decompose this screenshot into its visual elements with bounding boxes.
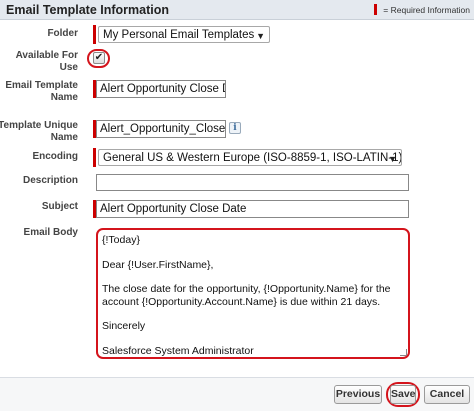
resize-handle-icon[interactable] xyxy=(400,349,407,356)
required-indicator-icon xyxy=(374,4,378,15)
section-title: Email Template Information xyxy=(6,3,169,17)
encoding-label: Encoding xyxy=(32,151,78,162)
encoding-select[interactable]: General US & Western Europe (ISO-8859-1,… xyxy=(98,149,402,166)
template-name-label: Email Template Name xyxy=(5,80,78,103)
email-body-textarea[interactable]: {!Today} Dear {!User.FirstName}, The clo… xyxy=(96,228,410,359)
info-icon[interactable]: i xyxy=(229,122,241,134)
available-label: Available For Use xyxy=(15,50,78,73)
section-header: Email Template Information = Required In… xyxy=(0,0,474,20)
email-body-line: Salesforce System Administrator xyxy=(102,344,254,357)
email-body-line: The close date for the opportunity, {!Op… xyxy=(102,283,391,308)
folder-label: Folder xyxy=(47,28,78,39)
folder-select-value: My Personal Email Templates xyxy=(103,29,255,41)
cancel-button[interactable]: Cancel xyxy=(424,385,470,404)
unique-name-input[interactable]: Alert_Opportunity_Close_ xyxy=(96,120,226,138)
save-button[interactable]: Save xyxy=(390,385,416,404)
available-checkbox[interactable]: ✔ xyxy=(93,52,105,64)
chevron-down-icon: ▼ xyxy=(256,31,265,41)
description-label: Description xyxy=(22,175,78,186)
email-body-line: Sincerely xyxy=(102,320,146,332)
unique-name-label: Template Unique Name xyxy=(0,120,78,143)
folder-required-marker xyxy=(93,25,96,44)
chevron-down-icon: ▼ xyxy=(388,154,397,164)
encoding-select-value: General US & Western Europe (ISO-8859-1,… xyxy=(103,152,402,164)
encoding-required-marker xyxy=(93,148,96,167)
subject-input[interactable]: Alert Opportunity Close Date xyxy=(96,200,409,218)
description-input[interactable] xyxy=(96,174,409,191)
email-body-line: {!Today} xyxy=(102,234,140,246)
email-body-label: Email Body xyxy=(23,227,78,238)
subject-label: Subject xyxy=(41,201,78,212)
checkmark-icon: ✔ xyxy=(94,52,104,63)
previous-button[interactable]: Previous xyxy=(334,385,382,404)
folder-select[interactable]: My Personal Email Templates ▼ xyxy=(98,26,270,43)
required-legend-text: = Required Information xyxy=(383,4,470,15)
required-legend: = Required Information xyxy=(374,4,470,15)
template-name-input[interactable]: Alert Opportunity Close D xyxy=(96,80,226,98)
email-body-line: Dear {!User.FirstName}, xyxy=(102,258,214,271)
